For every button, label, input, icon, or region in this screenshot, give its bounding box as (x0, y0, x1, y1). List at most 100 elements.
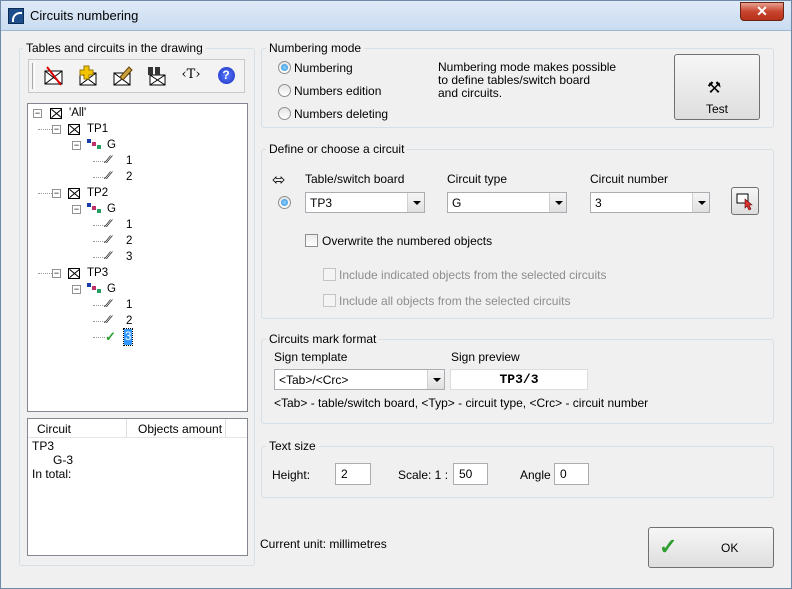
board-icon (50, 108, 62, 119)
pick-cursor-icon (736, 193, 753, 211)
define-circuit-title: Define or choose a circuit (266, 142, 408, 156)
tree-line (93, 337, 105, 338)
check-icon: ✓ (105, 329, 116, 344)
tree-root[interactable]: 'All' (69, 105, 86, 121)
numbering-radio[interactable] (278, 61, 291, 74)
chevron-down-icon (692, 193, 709, 212)
tree-line (93, 177, 105, 178)
sign-template-label: Sign template (274, 350, 348, 364)
collapse-toggle[interactable]: − (33, 109, 42, 118)
col-objects-amount[interactable]: Objects amount (138, 422, 222, 436)
tools-icon: ⚒ (707, 80, 722, 97)
circuit-type-select[interactable]: G (447, 192, 567, 213)
text-tag-icon[interactable]: ‹T› (176, 61, 206, 91)
dialog-window: Circuits numbering ✕ Tables and circuits… (0, 0, 792, 589)
add-icon[interactable] (73, 61, 103, 91)
ok-button[interactable]: ✓ OK (648, 527, 774, 568)
include-indicated-checkbox[interactable] (323, 268, 336, 281)
tree-line (38, 273, 52, 274)
board-icon (68, 188, 80, 199)
test-label: Test (705, 102, 728, 116)
tree-circuit[interactable]: 1 (126, 217, 132, 233)
numbers-deleting-radio[interactable] (278, 107, 291, 120)
tree-line (38, 193, 52, 194)
table-row: G-3 (53, 453, 74, 467)
table-switch-board-select[interactable]: TP3 (305, 192, 425, 213)
toolbar-grip (32, 63, 35, 89)
tree-line (93, 321, 105, 322)
group-icon (87, 283, 101, 295)
collapse-toggle[interactable]: − (52, 189, 61, 198)
define-radio[interactable] (278, 196, 291, 209)
collapse-toggle[interactable]: − (72, 285, 81, 294)
collapse-toggle[interactable]: − (52, 125, 61, 134)
tree-circuit[interactable]: 2 (126, 169, 132, 185)
tree-line (93, 241, 105, 242)
checkmark-icon: ✓ (659, 534, 678, 559)
angle-field[interactable]: 0 (554, 463, 589, 485)
numbers-deleting-label[interactable]: Numbers deleting (294, 107, 388, 121)
tree-circuit[interactable]: 3 (126, 249, 132, 265)
tree-circuit-selected[interactable]: 3 (122, 328, 134, 346)
tree-board[interactable]: TP3 (87, 265, 108, 281)
tree-line (93, 305, 105, 306)
chevron-down-icon (407, 193, 424, 212)
tree-circuit[interactable]: 2 (126, 313, 132, 329)
sign-preview: TP3/3 (450, 369, 588, 390)
test-button[interactable]: ⚒ Test (674, 54, 760, 120)
collapse-toggle[interactable]: − (72, 141, 81, 150)
tree-circuit[interactable]: 1 (126, 153, 132, 169)
tree-board[interactable]: TP2 (87, 185, 108, 201)
swap-arrows-icon[interactable]: ⬄ (272, 170, 285, 190)
title-bar[interactable]: Circuits numbering ✕ (1, 1, 791, 31)
include-indicated-label: Include indicated objects from the selec… (339, 268, 607, 282)
tree-group[interactable]: G (107, 201, 116, 217)
collapse-toggle[interactable]: − (52, 269, 61, 278)
circuit-type-label: Circuit type (447, 172, 508, 186)
circuit-number-select[interactable]: 3 (590, 192, 710, 213)
delete-x-icon[interactable] (39, 61, 69, 91)
overwrite-label[interactable]: Overwrite the numbered objects (322, 234, 492, 248)
help-icon[interactable]: ? (211, 61, 241, 91)
pick-circuit-button[interactable] (731, 187, 759, 215)
numbers-edition-label[interactable]: Numbers edition (294, 84, 381, 98)
tree-board[interactable]: TP1 (87, 121, 108, 137)
template-legend: <Tab> - table/switch board, <Typ> - circ… (274, 396, 649, 410)
circuit-icon: ⁄⁄ (107, 298, 111, 310)
board-icon (68, 268, 80, 279)
ok-label: OK (721, 541, 739, 555)
tree-group[interactable]: G (107, 137, 116, 153)
angle-label: Angle (520, 468, 551, 482)
collapse-toggle[interactable]: − (72, 205, 81, 214)
circuit-icon: ⁄⁄ (107, 250, 111, 262)
tree-line (93, 225, 105, 226)
numbering-mode-title: Numbering mode (266, 41, 365, 55)
include-all-label: Include all objects from the selected ci… (339, 294, 571, 308)
tree-circuit[interactable]: 2 (126, 233, 132, 249)
circuits-tree[interactable] (27, 103, 248, 412)
sign-template-select[interactable]: <Tab>/<Crc> (274, 369, 445, 390)
circuit-icon: ⁄⁄ (107, 218, 111, 230)
numbers-edition-radio[interactable] (278, 84, 291, 97)
tables-circuits-title: Tables and circuits in the drawing (23, 41, 206, 55)
table-switch-board-label: Table/switch board (305, 172, 405, 186)
edit-icon[interactable] (107, 61, 137, 91)
tree-line (38, 129, 52, 130)
overwrite-checkbox[interactable] (305, 234, 318, 247)
tree-group[interactable]: G (107, 281, 116, 297)
objects-table[interactable]: Circuit Objects amount TP3 G-3 In total: (27, 418, 248, 556)
circuit-icon: ⁄⁄ (107, 234, 111, 246)
numbering-label[interactable]: Numbering (294, 61, 353, 75)
binoculars-icon[interactable] (142, 61, 172, 91)
group-icon (87, 203, 101, 215)
height-label: Height: (272, 468, 311, 482)
col-circuit[interactable]: Circuit (37, 422, 71, 436)
group-icon (87, 139, 101, 151)
close-button[interactable]: ✕ (740, 2, 784, 21)
tree-circuit[interactable]: 1 (126, 297, 132, 313)
height-field[interactable]: 2 (335, 463, 371, 485)
scale-label: Scale: 1 : (398, 468, 449, 482)
scale-field[interactable]: 50 (453, 463, 488, 485)
include-all-checkbox[interactable] (323, 294, 336, 307)
tree-line (93, 161, 105, 162)
